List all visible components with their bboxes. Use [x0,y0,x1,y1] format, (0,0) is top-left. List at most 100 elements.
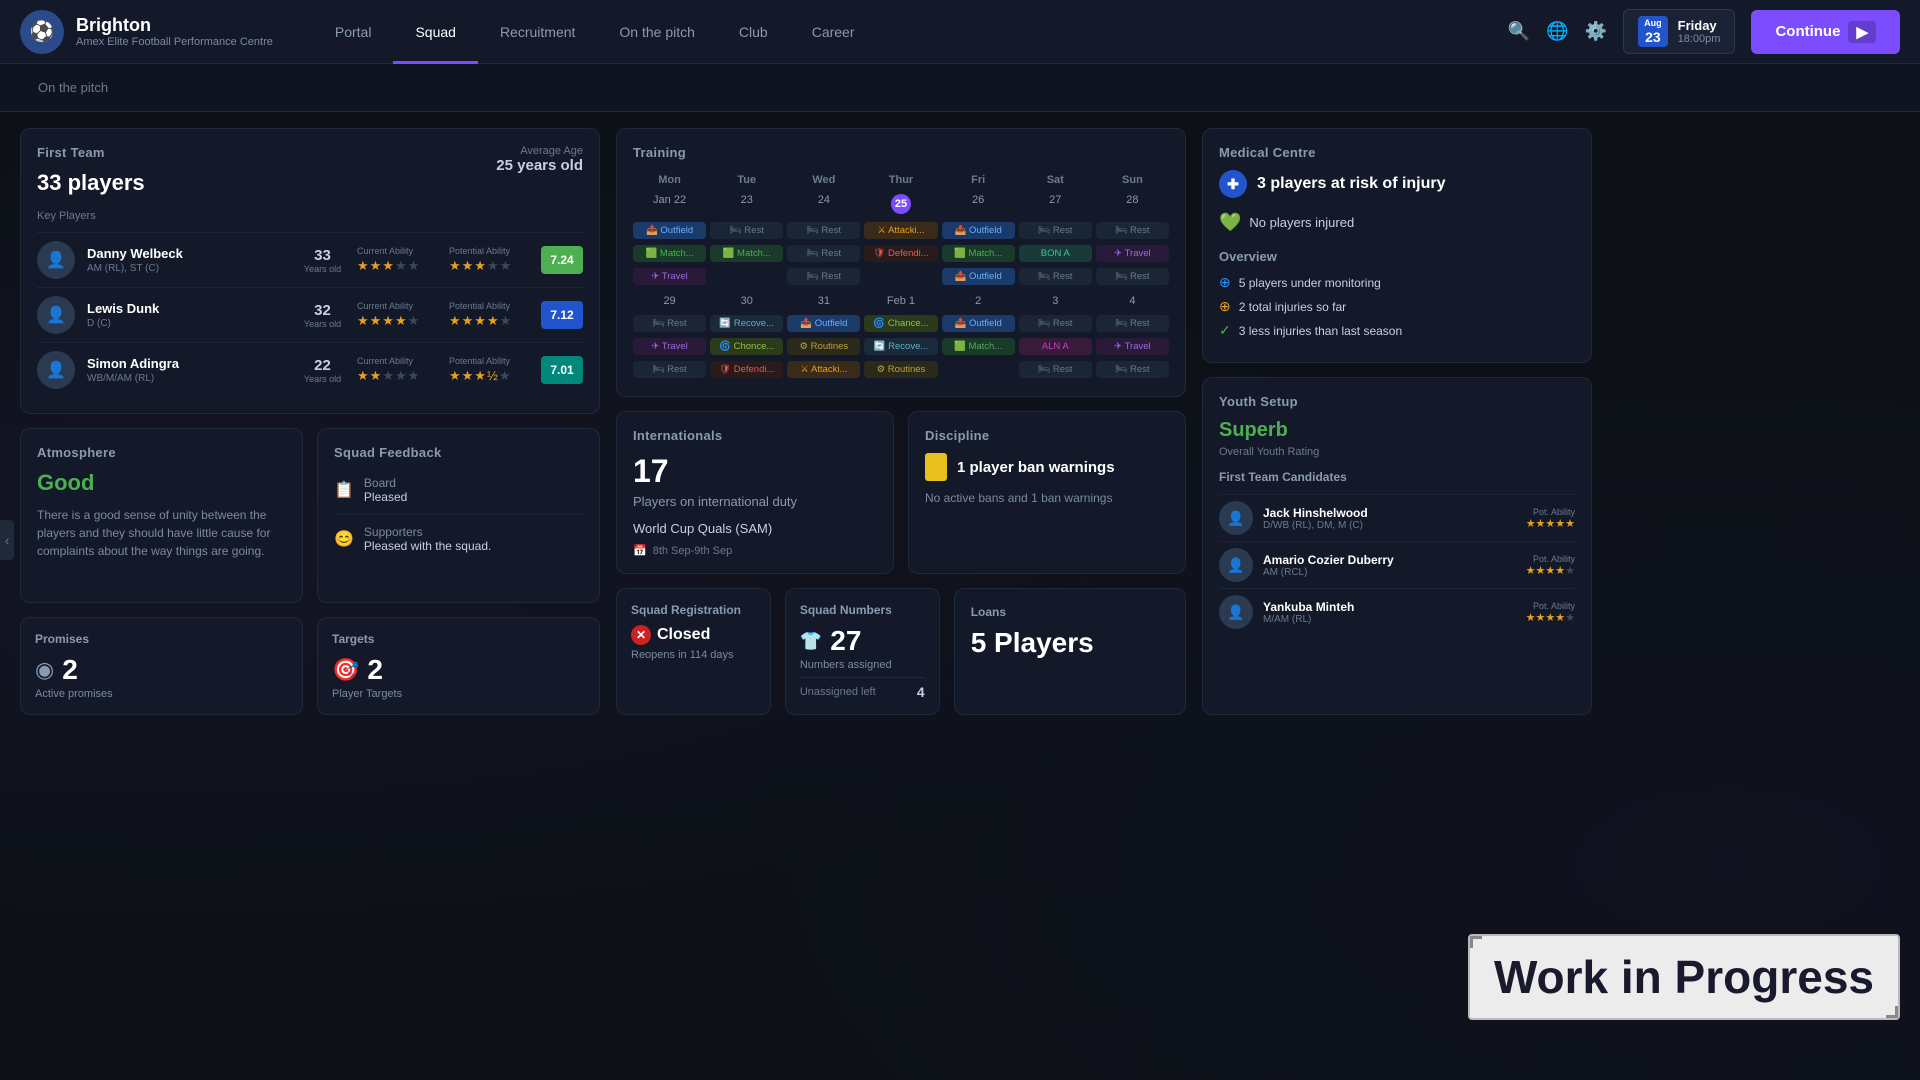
player-rating-welbeck: 7.24 [541,246,583,274]
potential-stars-welbeck: ★★★★★ [449,258,529,274]
date-25-highlight: 25 [891,194,911,214]
slot-sat-3[interactable]: 🛏 Rest [1019,268,1092,285]
squad-registration-card[interactable]: Squad Registration ✕ Closed Reopens in 1… [616,588,771,715]
training-header-sun: Sun [1096,170,1169,190]
slot2-mon-1[interactable]: 🛏 Rest [633,315,706,332]
player-row-adingra[interactable]: 👤 Simon Adingra WB/M/AM (RL) 22 Years ol… [37,342,583,397]
squad-reg-title: Squad Registration [631,603,756,617]
date-month: Aug [1644,18,1662,29]
wip-corner-br [1886,1006,1898,1018]
slot2-wed-2[interactable]: ⚙ Routines [787,338,860,355]
intl-count: 17 [633,453,877,490]
slot2-sun-3[interactable]: 🛏 Rest [1096,361,1169,378]
slot2-sat-1[interactable]: 🛏 Rest [1019,315,1092,332]
column-middle: Training Mon Tue Wed Thur Fri Sat Sun Ja… [616,128,1186,715]
subnav-on-the-pitch[interactable]: On the pitch [20,64,126,112]
slot-wed-2[interactable]: 🛏 Rest [787,245,860,262]
slot2-fri-2[interactable]: 🟩 Match... [942,338,1015,355]
youth-pot-minteh: Pot. Ability ★★★★★ [1526,601,1575,624]
atmosphere-card: Atmosphere Good There is a good sense of… [20,428,303,603]
nav-club[interactable]: Club [717,0,790,64]
slot2-sun-2[interactable]: ✈ Travel [1096,338,1169,355]
slot-sat-1[interactable]: 🛏 Rest [1019,222,1092,239]
slot-wed-3[interactable]: 🛏 Rest [787,268,860,285]
slot-tue-2[interactable]: 🟩 Match... [710,245,783,262]
slot-sun-1[interactable]: 🛏 Rest [1096,222,1169,239]
club-logo-icon: ⚽ [30,19,55,44]
slot2-tue-1[interactable]: 🔄 Recove... [710,315,783,332]
search-icon[interactable]: 🔍 [1508,21,1530,42]
slot2-fri-1[interactable]: 📤 Outfield [942,315,1015,332]
slot2-tue-3[interactable]: 🛡 Defendi... [710,361,783,378]
player-row-dunk[interactable]: 👤 Lewis Dunk D (C) 32 Years old Current … [37,287,583,342]
board-label: Board [364,476,407,490]
slot-sun-3[interactable]: 🛏 Rest [1096,268,1169,285]
settings-icon[interactable]: ⚙️ [1585,21,1607,42]
slot-sat-2[interactable]: BON A [1019,245,1092,262]
youth-player-minteh[interactable]: 👤 Yankuba Minteh M/AM (RL) Pot. Ability … [1219,588,1575,635]
date-widget: Aug 23 Friday 18:00pm [1623,9,1735,55]
slot2-wed-3[interactable]: ⚔ Attacki... [787,361,860,378]
targets-card[interactable]: Targets 🎯 2 Player Targets [317,617,600,715]
youth-player-duberry[interactable]: 👤 Amario Cozier Duberry AM (RCL) Pot. Ab… [1219,541,1575,588]
nav-recruitment[interactable]: Recruitment [478,0,597,64]
closed-text: Closed [657,626,710,644]
slot-mon-2[interactable]: 🟩 Match... [633,245,706,262]
slot2-mon-3[interactable]: 🛏 Rest [633,361,706,378]
continue-button[interactable]: Continue ▶ [1751,10,1900,54]
supporters-icon: 😊 [334,529,354,549]
slot-tue-1[interactable]: 🛏 Rest [710,222,783,239]
slot2-sat-3[interactable]: 🛏 Rest [1019,361,1092,378]
slot-fri-3[interactable]: 📤 Outfield [942,268,1015,285]
youth-name-hinshelwood: Jack Hinshelwood [1263,506,1516,520]
slot2-thur-1[interactable]: 🌀 Chance... [864,315,937,332]
nav-squad[interactable]: Squad [393,0,477,64]
promises-sub: Active promises [35,688,288,700]
column-left: First Team 33 players Average Age 25 yea… [20,128,600,715]
nav-portal[interactable]: Portal [313,0,394,64]
unassigned-label: Unassigned left [800,686,876,698]
date-25-container: 25 [864,194,937,214]
player-row-welbeck[interactable]: 👤 Danny Welbeck AM (RL), ST (C) 33 Years… [37,232,583,287]
slot2-wed-1[interactable]: 📤 Outfield [787,315,860,332]
slot2-thur-3[interactable]: ⚙ Routines [864,361,937,378]
slot-fri-1[interactable]: 📤 Outfield [942,222,1015,239]
loans-card[interactable]: Loans 5 Players [954,588,1186,715]
player-potential-stars-welbeck: Potential Ability ★★★★★ [449,246,529,274]
date-26: 26 [942,194,1015,214]
sidebar-toggle[interactable]: ‹ [0,520,14,560]
slot2-sat-2[interactable]: ALN A [1019,338,1092,355]
slot-thur-2[interactable]: 🛡 Defendi... [864,245,937,262]
slot2-tue-2[interactable]: 🌀 Chonce... [710,338,783,355]
date-text: Friday 18:00pm [1678,18,1721,45]
promises-card[interactable]: Promises ◉ 2 Active promises [20,617,303,715]
globe-icon[interactable]: 🌐 [1546,21,1568,42]
target-icon: 🎯 [332,657,359,683]
slot-sun-2[interactable]: ✈ Travel [1096,245,1169,262]
wip-corner-tl [1470,936,1482,948]
slot-thur-1[interactable]: ⚔ Attacki... [864,222,937,239]
slot-fri-2[interactable]: 🟩 Match... [942,245,1015,262]
potential-label-welbeck: Potential Ability [449,246,529,256]
intl-desc: Players on international duty [633,494,877,509]
slot2-thur-2[interactable]: 🔄 Recove... [864,338,937,355]
slot2-mon-2[interactable]: ✈ Travel [633,338,706,355]
squad-numbers-card[interactable]: Squad Numbers 👕 27 Numbers assigned Unas… [785,588,940,715]
slot-wed-1[interactable]: 🛏 Rest [787,222,860,239]
youth-pot-label-duberry: Pot. Ability [1533,554,1575,564]
player-age-label-dunk: Years old [300,319,345,329]
training-card: Training Mon Tue Wed Thur Fri Sat Sun Ja… [616,128,1186,397]
topbar: ⚽ Brighton Amex Elite Football Performan… [0,0,1920,64]
player-rating-dunk: 7.12 [541,301,583,329]
nav-career[interactable]: Career [790,0,877,64]
targets-title: Targets [332,632,585,646]
medical-title: Medical Centre [1219,145,1575,160]
youth-player-hinshelwood[interactable]: 👤 Jack Hinshelwood D/WB (RL), DM, M (C) … [1219,494,1575,541]
unassigned-count: 4 [917,684,925,700]
nav-on-the-pitch[interactable]: On the pitch [597,0,717,64]
slot2-sun-1[interactable]: 🛏 Rest [1096,315,1169,332]
slot-mon-1[interactable]: 📤 Outfield [633,222,706,239]
player-info-dunk: Lewis Dunk D (C) [87,301,288,329]
slot-mon-3[interactable]: ✈ Travel [633,268,706,285]
squad-feedback-title: Squad Feedback [334,445,583,460]
